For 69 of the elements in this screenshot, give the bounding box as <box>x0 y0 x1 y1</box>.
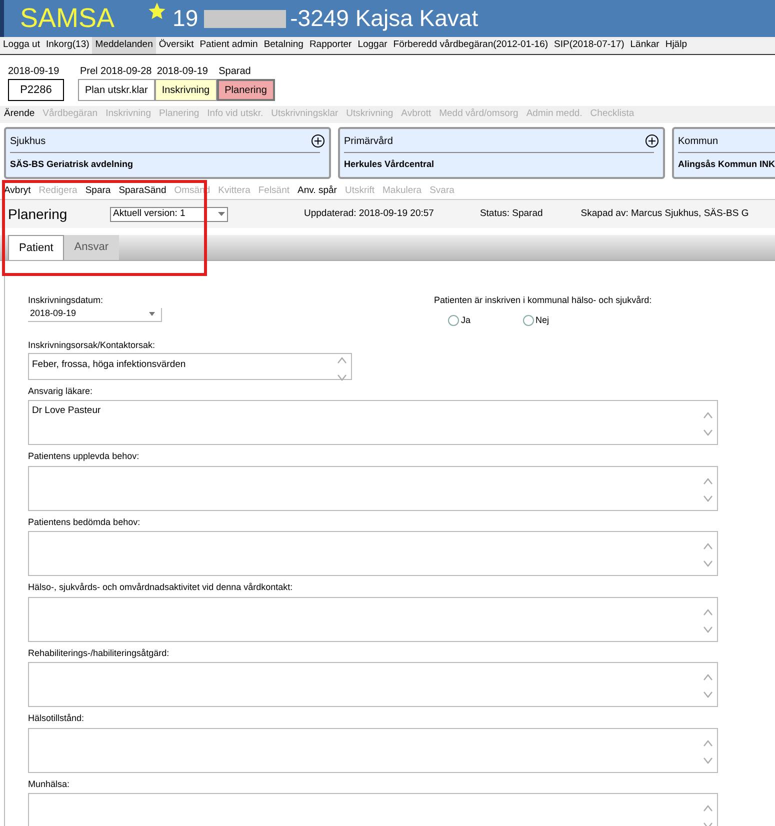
status-text: Status: Sparad <box>480 206 543 221</box>
version-dropdown[interactable]: Aktuell version: 1 <box>110 206 228 222</box>
radio-button[interactable] <box>448 314 459 326</box>
patient-name: -3249 Kajsa Kavat <box>290 4 478 34</box>
text-area[interactable] <box>28 596 718 642</box>
field-label: Hälsotillstånd: <box>28 712 86 725</box>
menu-item[interactable]: Patient admin <box>196 37 261 54</box>
menu-item[interactable]: Loggar <box>354 37 390 54</box>
text-area[interactable] <box>28 466 718 510</box>
radio-option[interactable]: Nej <box>522 314 550 327</box>
menu-item[interactable]: Länkar <box>627 37 662 54</box>
action-button[interactable]: SparaSänd <box>114 184 170 198</box>
radio-option[interactable]: Ja <box>448 314 471 327</box>
menu-item[interactable]: Meddelanden <box>92 37 156 54</box>
menu-item[interactable]: Inkorg(13) <box>42 37 92 54</box>
text-area[interactable] <box>28 728 718 772</box>
field-label: Inskrivningsdatum: <box>28 294 104 307</box>
unit-name: Herkules Vårdcentral <box>344 158 434 171</box>
text-area[interactable] <box>28 793 718 826</box>
text-area[interactable] <box>28 531 718 576</box>
text-area[interactable]: Feber, frossa, höga infektionsvärden <box>28 352 352 380</box>
step-button[interactable]: Plan utskr.klar <box>78 79 155 101</box>
menu-item[interactable]: Rapporter <box>306 37 355 54</box>
unit-name: SÄS-BS Geriatrisk avdelning <box>10 158 134 171</box>
field-label: Patientens upplevda behov: <box>28 450 140 463</box>
field-label: Patienten är inskriven i kommunal hälso- och sjukvård: <box>434 294 652 307</box>
field-label: Ansvarig läkare: <box>28 384 94 398</box>
document-title: Planering <box>8 204 68 224</box>
date-picker[interactable]: 2018-09-19 <box>28 308 162 322</box>
star-icon <box>146 1 167 21</box>
field-label: Hälso-, sjukvårds- och omvårdnadsaktivitet vid denna vårdkontakt: <box>28 581 294 594</box>
menu-item[interactable]: Förberedd vårdbegäran(2012-01-16) <box>390 37 552 54</box>
field-label: Patientens bedömda behov: <box>28 516 142 528</box>
field-label: Munhälsa: <box>28 778 71 790</box>
action-button[interactable]: Anv. spår <box>294 184 341 198</box>
step-button[interactable]: Planering <box>216 79 275 101</box>
menu-item[interactable]: Översikt <box>156 37 197 54</box>
app-logo: SAMSA <box>20 2 115 36</box>
caret-icon <box>218 212 225 216</box>
case-tab[interactable]: Ärende <box>0 107 39 122</box>
add-icon[interactable] <box>311 134 325 148</box>
form-tab[interactable]: Ansvar <box>64 235 118 260</box>
patient-id-prefix: 19 <box>172 4 198 34</box>
step-date: Sparad <box>218 65 252 79</box>
unit-name: Alingsås Kommun INK <box>678 158 775 171</box>
created-by-text: Skapad av: Marcus Sjukhus, SÄS-BS G <box>580 206 749 221</box>
text-area[interactable] <box>28 662 718 707</box>
step-date: 2018-09-19 <box>156 65 209 79</box>
action-button[interactable]: Spara <box>81 184 115 198</box>
case-date: 2018-09-19 <box>8 65 60 79</box>
updated-text: Uppdaterad: 2018-09-19 20:57 <box>304 206 434 221</box>
text-area[interactable]: Dr Love Pasteur <box>28 400 718 445</box>
unit-type: Sjukhus <box>10 135 46 149</box>
menu-item[interactable]: Hjälp <box>662 37 690 54</box>
case-id: P2286 <box>8 79 64 101</box>
step-button[interactable]: Inskrivning <box>154 79 217 101</box>
add-icon[interactable] <box>645 134 659 148</box>
step-date: Prel 2018-09-28 <box>79 65 153 79</box>
radio-button[interactable] <box>522 314 534 326</box>
caret-icon <box>149 312 155 316</box>
field-label: Rehabiliterings-/habiliteringsåtgärd: <box>28 646 170 660</box>
menu-item[interactable]: Betalning <box>260 37 306 54</box>
field-label: Inskrivningsorsak/Kontaktorsak: <box>28 339 156 352</box>
unit-type: Kommun <box>678 135 718 149</box>
action-button[interactable]: Avbryt <box>0 184 35 198</box>
menu-item[interactable]: Logga ut <box>0 37 43 54</box>
unit-type: Primärvård <box>344 135 393 149</box>
menu-item[interactable]: SIP(2018-07-17) <box>551 37 628 54</box>
form-tab[interactable]: Patient <box>8 235 64 260</box>
